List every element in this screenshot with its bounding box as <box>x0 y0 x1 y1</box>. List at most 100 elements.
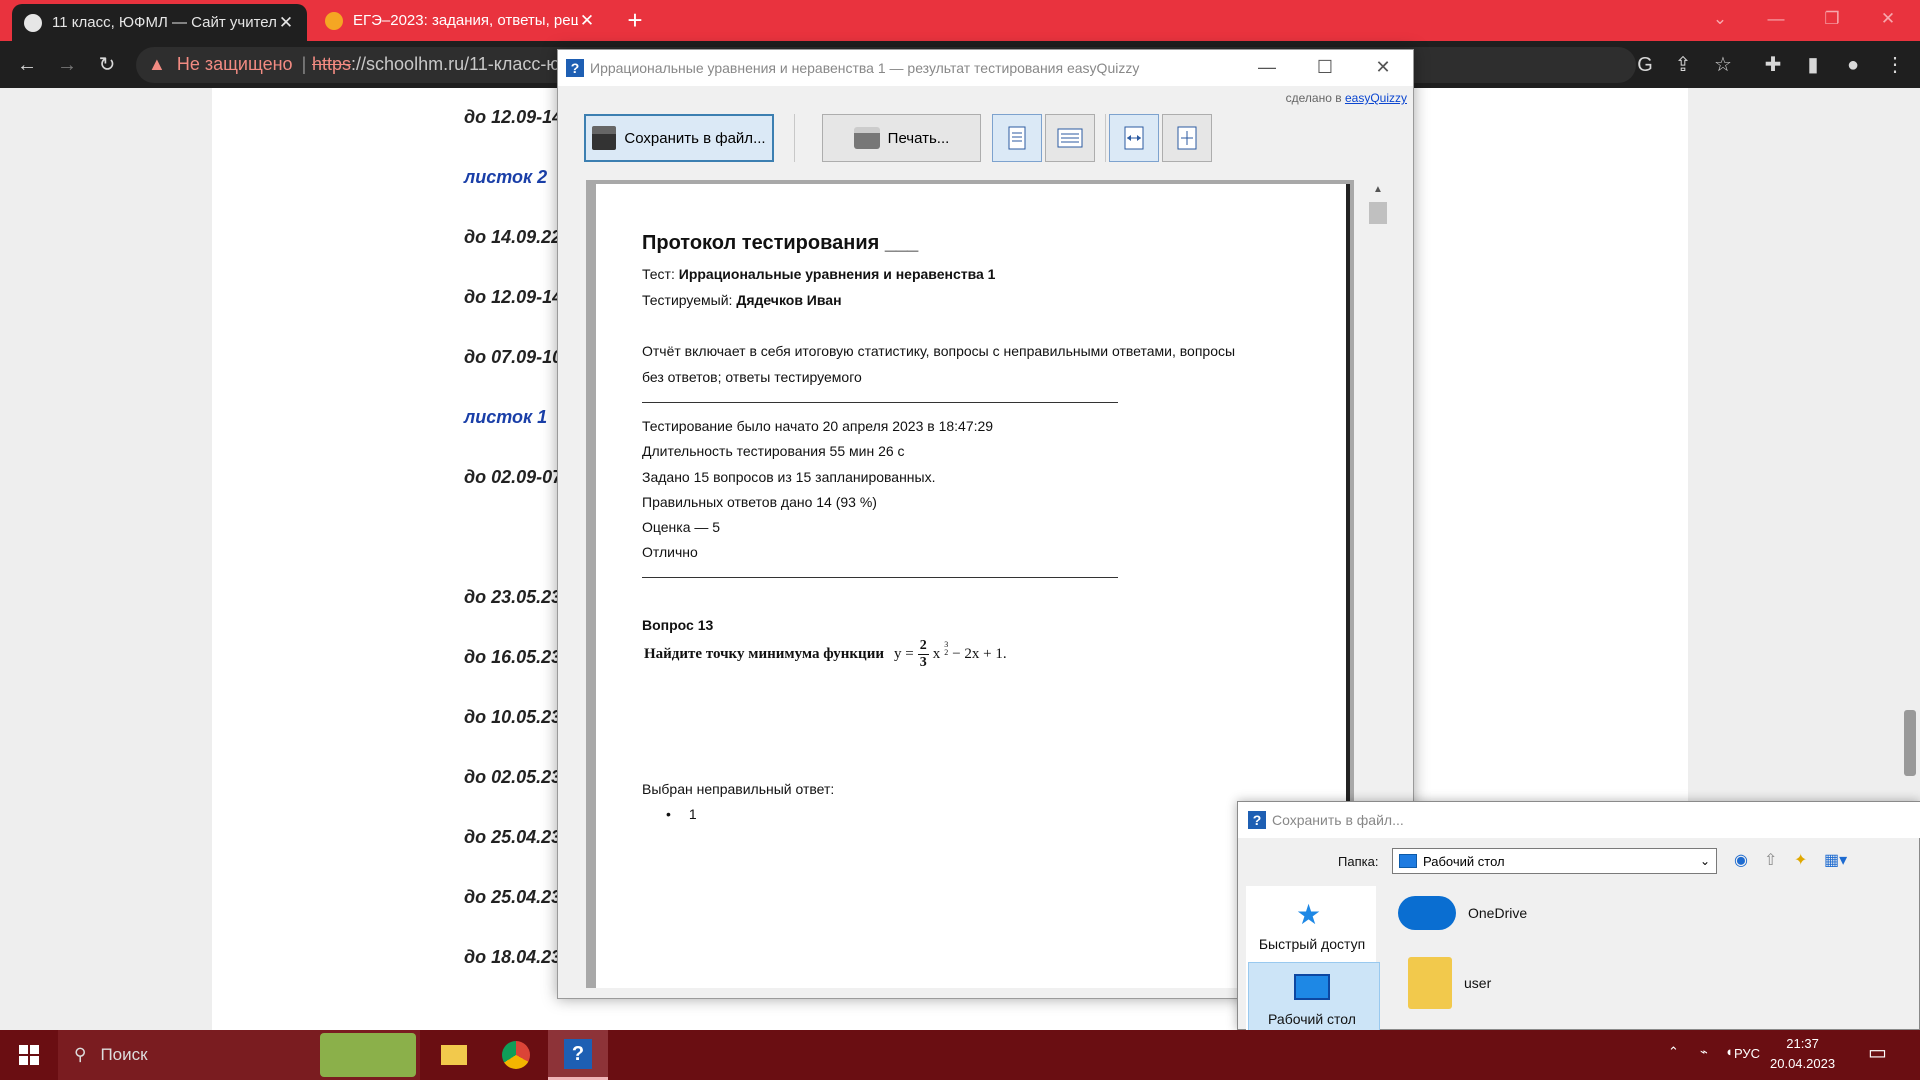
tab-search-icon[interactable]: ⌄ <box>1692 0 1748 41</box>
page-link[interactable]: до 14.09.22 <box>464 227 561 248</box>
fit-page-button[interactable] <box>1162 114 1212 162</box>
save-file-dialog: ? Сохранить в файл... Папка: Рабочий сто… <box>1237 801 1920 1031</box>
extensions-icon[interactable]: ✚ <box>1758 50 1788 80</box>
printer-icon <box>853 127 880 149</box>
minimize-button[interactable]: — <box>1748 0 1804 41</box>
grade-line: Оценка — 5 <box>642 519 721 535</box>
save-to-file-button[interactable]: Сохранить в файл... <box>584 114 774 162</box>
notifications-icon[interactable]: ▭ <box>1868 1040 1887 1065</box>
close-window-button[interactable]: ✕ <box>1860 0 1916 41</box>
profile-avatar[interactable]: ● <box>1838 50 1868 80</box>
made-in-note: сделано в easyQuizzy <box>1285 91 1407 105</box>
toolbar-separator <box>794 114 795 162</box>
maximize-button[interactable]: ☐ <box>1296 50 1354 86</box>
chevron-down-icon: ⌄ <box>1699 854 1710 868</box>
page-link[interactable]: листок 2 <box>464 167 547 188</box>
answer-item: • 1 <box>666 806 697 822</box>
security-warning[interactable]: ▲ Не защищено | <box>148 54 306 75</box>
language-indicator[interactable]: РУС <box>1734 1046 1760 1061</box>
single-page-icon <box>1008 126 1026 150</box>
tester-line: Тестируемый: Дядечков Иван <box>642 292 842 308</box>
taskbar-chrome[interactable] <box>486 1030 546 1080</box>
close-button[interactable]: ✕ <box>1354 50 1412 86</box>
duration-line: Длительность тестирования 55 мин 26 с <box>642 443 905 459</box>
taskbar-easyquizzy[interactable]: ? <box>548 1030 608 1080</box>
tab-ege[interactable]: ЕГЭ–2023: задания, ответы, реш ✕ <box>313 0 608 41</box>
forward-icon[interactable]: → <box>52 50 82 80</box>
close-tab-icon[interactable]: ✕ <box>578 11 596 31</box>
page-link[interactable]: до 02.05.23 <box>464 767 561 788</box>
page-link[interactable]: до 23.05.23 <box>464 587 561 608</box>
folder-icon <box>441 1045 467 1065</box>
desktop-icon <box>1294 974 1330 1000</box>
minimize-button[interactable]: — <box>1238 50 1296 86</box>
back-icon[interactable]: ← <box>12 50 42 80</box>
tab-title: 11 класс, ЮФМЛ — Сайт учител <box>52 14 277 31</box>
network-icon[interactable]: ⌁ <box>1700 1044 1708 1060</box>
view-menu-icon[interactable]: ▦▾ <box>1824 850 1847 870</box>
page-link[interactable]: до 12.09-14 <box>464 287 562 308</box>
page-scrollbar-thumb[interactable] <box>1904 710 1916 776</box>
taskbar-search[interactable]: ⚲ Поиск <box>58 1030 420 1080</box>
page-link[interactable]: до 25.04.23 <box>464 887 561 908</box>
google-icon[interactable]: G <box>1630 50 1660 80</box>
easyquizzy-link[interactable]: easyQuizzy <box>1345 91 1407 105</box>
chrome-icon <box>502 1041 530 1069</box>
tab-active[interactable]: 11 класс, ЮФМЛ — Сайт учител ✕ <box>12 4 307 41</box>
taskbar-explorer[interactable] <box>424 1030 484 1080</box>
page-link[interactable]: до 12.09-14 <box>464 107 562 128</box>
page-view-button[interactable] <box>992 114 1042 162</box>
print-button[interactable]: Печать... <box>822 114 981 162</box>
tray-chevron-icon[interactable]: ⌃ <box>1668 1044 1679 1060</box>
page-link[interactable]: до 25.04.23 <box>464 827 561 848</box>
page-link[interactable]: до 10.05.23 <box>464 707 561 728</box>
page-link[interactable]: до 16.05.23 <box>464 647 561 668</box>
divider <box>642 577 1118 578</box>
correct-line: Правильных ответов дано 14 (93 %) <box>642 494 877 510</box>
nav-desktop[interactable]: Рабочий стол <box>1246 1011 1378 1027</box>
folder-label: Папка: <box>1338 854 1379 869</box>
share-icon[interactable]: ⇪ <box>1668 50 1698 80</box>
intro-line-1: Отчёт включает в себя итоговую статистик… <box>642 343 1236 359</box>
help-question-icon: ? <box>566 59 584 77</box>
document-scroll-thumb[interactable] <box>1369 202 1387 224</box>
file-item-onedrive[interactable]: OneDrive <box>1398 896 1527 930</box>
question-text: Найдите точку минимума функции y = 2 3 x… <box>644 638 1007 670</box>
url-text[interactable]: https://schoolhm.ru/11-класс-ю <box>312 54 560 75</box>
nav-quick-access[interactable]: Быстрый доступ <box>1246 936 1378 952</box>
new-tab-button[interactable]: + <box>620 6 650 36</box>
scroll-up-icon[interactable]: ▲ <box>1366 180 1390 195</box>
folder-select[interactable]: Рабочий стол ⌄ <box>1392 848 1717 874</box>
restore-button[interactable]: ❐ <box>1804 0 1860 41</box>
file-item-user[interactable]: user <box>1398 957 1491 1009</box>
taskbar-clock[interactable]: 21:37 20.04.2023 <box>1770 1034 1835 1074</box>
menu-kebab-icon[interactable]: ⋮ <box>1880 50 1910 80</box>
help-question-icon: ? <box>564 1038 592 1069</box>
fit-width-icon <box>1124 126 1144 150</box>
start-button[interactable] <box>0 1030 58 1080</box>
bookmark-star-icon[interactable]: ☆ <box>1708 50 1738 80</box>
test-line: Тест: Иррациональные уравнения и неравен… <box>642 266 996 282</box>
windows-logo-icon <box>19 1045 39 1065</box>
up-folder-icon[interactable]: ⇧ <box>1764 850 1777 870</box>
close-tab-icon[interactable]: ✕ <box>277 13 295 33</box>
page-link[interactable]: до 07.09-10 <box>464 347 562 368</box>
started-line: Тестирование было начато 20 апреля 2023 … <box>642 418 994 434</box>
globe-icon <box>24 13 42 32</box>
grade-word: Отлично <box>642 544 698 560</box>
sidepanel-icon[interactable]: ▮ <box>1798 50 1828 80</box>
new-folder-icon[interactable]: ✦ <box>1794 850 1807 870</box>
wrong-answer-label: Выбран неправильный ответ: <box>642 781 835 797</box>
page-link[interactable]: до 18.04.23 <box>464 947 561 968</box>
text-view-button[interactable] <box>1045 114 1095 162</box>
back-icon[interactable]: ◉ <box>1734 850 1748 870</box>
fit-width-button[interactable] <box>1109 114 1159 162</box>
volume-icon[interactable]: ◖ <box>1725 1044 1733 1059</box>
page-link[interactable]: листок 1 <box>464 407 547 428</box>
tab-title: ЕГЭ–2023: задания, ответы, реш <box>353 12 578 29</box>
help-question-icon: ? <box>1248 811 1266 829</box>
reload-icon[interactable]: ↻ <box>92 50 122 80</box>
page-link[interactable]: до 02.09-07 <box>464 467 562 488</box>
intro-line-2: без ответов; ответы тестируемого <box>642 369 862 385</box>
user-folder-icon <box>1408 957 1452 1009</box>
